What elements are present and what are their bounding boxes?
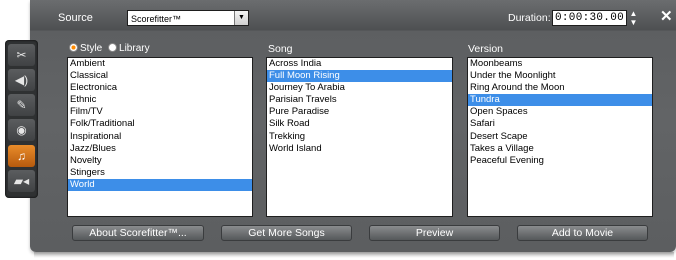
- speaker-icon[interactable]: ◀): [8, 69, 35, 91]
- list-item[interactable]: Novelty: [68, 155, 252, 167]
- radio-unselected-icon[interactable]: [108, 42, 118, 52]
- list-item[interactable]: Open Spaces: [468, 106, 652, 118]
- radio-selected-icon[interactable]: [69, 42, 78, 52]
- song-list[interactable]: Across India Full Moon Rising Journey To A…: [266, 57, 453, 217]
- list-item[interactable]: Across India: [267, 58, 452, 70]
- preview-button[interactable]: Preview: [369, 225, 500, 241]
- list-item[interactable]: Stingers: [68, 167, 252, 179]
- spin-down-icon[interactable]: ▼: [629, 18, 638, 27]
- list-item[interactable]: Desert Scape: [468, 131, 652, 143]
- spin-up-icon[interactable]: ▲: [629, 9, 638, 18]
- list-item[interactable]: Takes a Village: [468, 143, 652, 155]
- cd-icon[interactable]: ◉: [8, 119, 35, 141]
- list-item[interactable]: Electronica: [68, 82, 252, 94]
- list-item[interactable]: Pure Paradise: [267, 106, 452, 118]
- list-item[interactable]: Inspirational: [68, 131, 252, 143]
- version-list[interactable]: Moonbeams Under the Moonlight Ring Around …: [467, 57, 653, 217]
- tool-sidebar: ✂ ◀) ✎ ◉ ♫ ▰◂: [5, 40, 38, 198]
- style-radio[interactable]: Style: [69, 42, 103, 54]
- list-item[interactable]: Jazz/Blues: [68, 143, 252, 155]
- camera-icon[interactable]: ▰◂: [8, 170, 35, 192]
- get-more-songs-button[interactable]: Get More Songs: [221, 225, 352, 241]
- source-label: Source: [58, 12, 93, 24]
- source-dropdown[interactable]: Scorefitter™ ▼: [127, 10, 249, 26]
- microphone-icon[interactable]: ✎: [8, 94, 35, 116]
- version-column-label: Version: [468, 43, 504, 55]
- list-item[interactable]: Silk Road: [267, 118, 452, 130]
- source-value: Scorefitter™: [131, 14, 182, 24]
- duration-field[interactable]: 0:00:30.00: [552, 10, 627, 26]
- chevron-down-icon[interactable]: ▼: [234, 11, 248, 25]
- style-radio-label: Style: [80, 43, 103, 54]
- view-mode-radio-group: Style Library: [69, 42, 150, 54]
- list-item[interactable]: Journey To Arabia: [267, 82, 452, 94]
- list-item[interactable]: Trekking: [267, 131, 452, 143]
- library-radio-label: Library: [119, 43, 150, 54]
- style-list[interactable]: Ambient Classical Electronica Ethnic Film/TV…: [67, 57, 253, 217]
- close-icon[interactable]: ✕: [660, 7, 673, 25]
- song-column-label: Song: [268, 43, 293, 55]
- duration-spinner[interactable]: ▲ ▼: [629, 9, 638, 27]
- add-to-movie-button[interactable]: Add to Movie: [517, 225, 648, 241]
- list-item[interactable]: Peaceful Evening: [468, 155, 652, 167]
- list-item[interactable]: Full Moon Rising: [267, 70, 452, 83]
- list-item[interactable]: Folk/Traditional: [68, 118, 252, 130]
- list-item[interactable]: Moonbeams: [468, 58, 652, 70]
- scissors-icon[interactable]: ✂: [8, 44, 35, 66]
- panel-shadow: [34, 252, 674, 258]
- duration-label: Duration:: [508, 12, 551, 24]
- list-item[interactable]: Classical: [68, 70, 252, 82]
- list-item[interactable]: Parisian Travels: [267, 94, 452, 106]
- list-item[interactable]: World: [68, 178, 252, 192]
- list-item[interactable]: Under the Moonlight: [468, 70, 652, 82]
- list-item[interactable]: Safari: [468, 118, 652, 130]
- list-item[interactable]: Ethnic: [68, 94, 252, 106]
- list-item[interactable]: Ambient: [68, 58, 252, 70]
- library-radio[interactable]: Library: [108, 42, 150, 54]
- list-item[interactable]: World Island: [267, 143, 452, 155]
- list-item[interactable]: Tundra: [468, 94, 652, 107]
- about-scorefitter-button[interactable]: About Scorefitter™...: [72, 225, 204, 241]
- list-item[interactable]: Film/TV: [68, 106, 252, 118]
- list-item[interactable]: Ring Around the Moon: [468, 82, 652, 94]
- music-note-icon[interactable]: ♫: [8, 145, 35, 167]
